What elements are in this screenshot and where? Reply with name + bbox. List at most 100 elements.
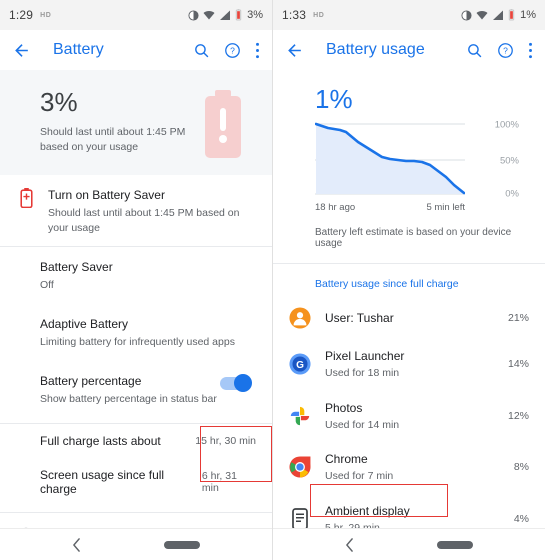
battery-level-heading: 1% [315, 84, 353, 114]
google-photos-icon [285, 405, 315, 427]
battery-chart: 100% 50% 0% [273, 119, 545, 200]
y-tick-100: 100% [494, 119, 519, 131]
status-bar-left: 1:29 HD 3% [0, 0, 272, 30]
navigation-bar-left [0, 528, 272, 560]
app-text: User: Tushar [315, 309, 508, 327]
chrome-icon [285, 456, 315, 478]
app-name: User: Tushar [325, 311, 394, 325]
stat-label: Full charge lasts about [40, 434, 161, 449]
app-text: Chrome Used for 7 min [315, 450, 514, 484]
x-tick-start: 18 hr ago [315, 202, 356, 213]
chart-x-axis: 18 hr ago 5 min left [315, 202, 465, 213]
app-usage-meta: Used for 14 min [325, 418, 400, 431]
signal-icon [493, 10, 504, 20]
back-arrow-icon[interactable] [285, 41, 304, 60]
app-row-ambient-display[interactable]: Ambient display 5 hr, 29 min 4% [273, 493, 545, 528]
nav-home-pill[interactable] [164, 540, 201, 549]
app-battery-pct: 21% [507, 312, 529, 324]
app-usage-meta: Used for 18 min [325, 367, 400, 379]
app-bar-actions: ? [466, 42, 533, 59]
app-battery-pct: 8% [513, 461, 529, 474]
battery-estimate-text: Should last until about 1:45 PM based on… [40, 125, 186, 153]
row-adaptive-battery[interactable]: Adaptive Battery Limiting battery for in… [0, 304, 272, 361]
battery-saver-icon [12, 186, 40, 209]
search-icon[interactable] [193, 42, 210, 59]
ambient-display-icon [285, 508, 315, 528]
app-bar-left: Battery ? [0, 30, 272, 70]
battery-level-curve [315, 122, 465, 195]
row-battery-saver[interactable]: Battery Saver Off [0, 247, 272, 305]
pixel-launcher-icon: G [285, 353, 315, 375]
battery-low-icon [508, 9, 515, 21]
nav-back-icon[interactable] [72, 537, 81, 552]
battery-alert-icon [202, 90, 244, 163]
hd-badge: HD [313, 11, 325, 19]
help-icon[interactable]: ? [224, 42, 241, 59]
battery-summary-card: 3% Should last until about 1:45 PM based… [0, 70, 272, 176]
battery-usage-section-link[interactable]: Battery usage since full charge [273, 264, 545, 298]
app-usage-meta: 5 hr, 29 min [325, 521, 514, 528]
back-arrow-icon[interactable] [12, 41, 31, 60]
row-subtitle: Show battery percentage in status bar [40, 392, 217, 405]
status-icons: 1% [461, 9, 536, 21]
overflow-menu-icon[interactable] [255, 42, 260, 59]
overflow-menu-icon[interactable] [528, 42, 533, 59]
row-battery-percentage[interactable]: Battery percentage Show battery percenta… [0, 360, 272, 418]
status-battery-percent: 3% [247, 9, 263, 21]
row-title: Battery Saver [40, 260, 113, 275]
battery-low-icon [235, 9, 242, 21]
battery-percentage-text: Battery percentage Show battery percenta… [40, 372, 220, 407]
page-title: Battery usage [326, 41, 425, 58]
app-row-chrome[interactable]: Chrome Used for 7 min 8% [273, 441, 545, 493]
app-bar-actions: ? [193, 42, 260, 59]
y-tick-50: 50% [499, 155, 519, 167]
x-tick-end: 5 min left [426, 202, 465, 213]
app-usage-list: User: Tushar 21% G Pixel Launcher Used f… [273, 298, 545, 528]
app-battery-pct: 4% [513, 512, 529, 525]
wifi-icon [476, 11, 488, 20]
row-title: Adaptive Battery [40, 317, 129, 332]
app-name: Photos [325, 400, 363, 415]
user-avatar-icon [285, 307, 315, 329]
battery-saver-state-text: Battery Saver Off [40, 258, 256, 293]
help-icon[interactable]: ? [497, 42, 514, 59]
nav-back-icon[interactable] [345, 537, 354, 552]
stat-value: 6 hr, 31 min [201, 470, 237, 495]
left-phone-screen: 1:29 HD 3% Battery ? 3% Should last unti… [0, 0, 272, 560]
nav-home-pill[interactable] [437, 540, 474, 549]
signal-icon [220, 10, 231, 20]
battery-stats-group: Full charge lasts about 15 hr, 30 min Sc… [0, 424, 272, 506]
status-time: 1:29 [9, 8, 34, 22]
battery-usage-footnote: Battery usage data is approximate and ca… [0, 513, 272, 528]
info-icon [12, 527, 40, 528]
row-subtitle: Off [40, 279, 54, 292]
app-name: Chrome [325, 452, 368, 467]
hd-badge: HD [40, 11, 52, 19]
right-content: 1% 100% 50% 0% 18 hr ago 5 min left Batt… [273, 70, 545, 528]
app-row-pixel-launcher[interactable]: G Pixel Launcher Used for 18 min 14% [273, 338, 545, 390]
chart-plot-area [315, 121, 465, 197]
dual-screenshot: 1:29 HD 3% Battery ? 3% Should last unti… [0, 0, 545, 560]
search-icon[interactable] [466, 42, 483, 59]
app-text: Pixel Launcher Used for 18 min [315, 347, 508, 381]
status-bar-right: 1:33 HD 1% [273, 0, 545, 30]
app-bar-right: Battery usage ? [273, 30, 545, 70]
navigation-bar-right [273, 528, 545, 560]
chart-footnote: Battery left estimate is based on your d… [315, 227, 512, 249]
page-title: Battery [53, 41, 104, 58]
stat-row-full-charge[interactable]: Full charge lasts about 15 hr, 30 min [0, 424, 272, 458]
svg-text:?: ? [503, 45, 508, 55]
stat-row-screen-usage[interactable]: Screen usage since full charge 6 hr, 31 … [0, 458, 272, 506]
row-subtitle: Limiting battery for infrequently used a… [40, 336, 235, 349]
status-battery-percent: 1% [520, 9, 536, 21]
app-name: Ambient display [325, 504, 410, 519]
battery-percentage-toggle[interactable] [220, 374, 252, 393]
app-row-photos[interactable]: Photos Used for 14 min 12% [273, 390, 545, 442]
app-row-user[interactable]: User: Tushar 21% [273, 298, 545, 338]
status-icons: 3% [188, 9, 263, 21]
app-text: Ambient display 5 hr, 29 min [315, 502, 514, 528]
dnd-icon [461, 9, 472, 21]
stat-value: 15 hr, 30 min [195, 435, 256, 448]
row-turn-on-battery-saver[interactable]: Turn on Battery Saver Should last until … [0, 175, 272, 247]
footnote-text: Battery usage data is approximate and ca… [40, 527, 250, 528]
